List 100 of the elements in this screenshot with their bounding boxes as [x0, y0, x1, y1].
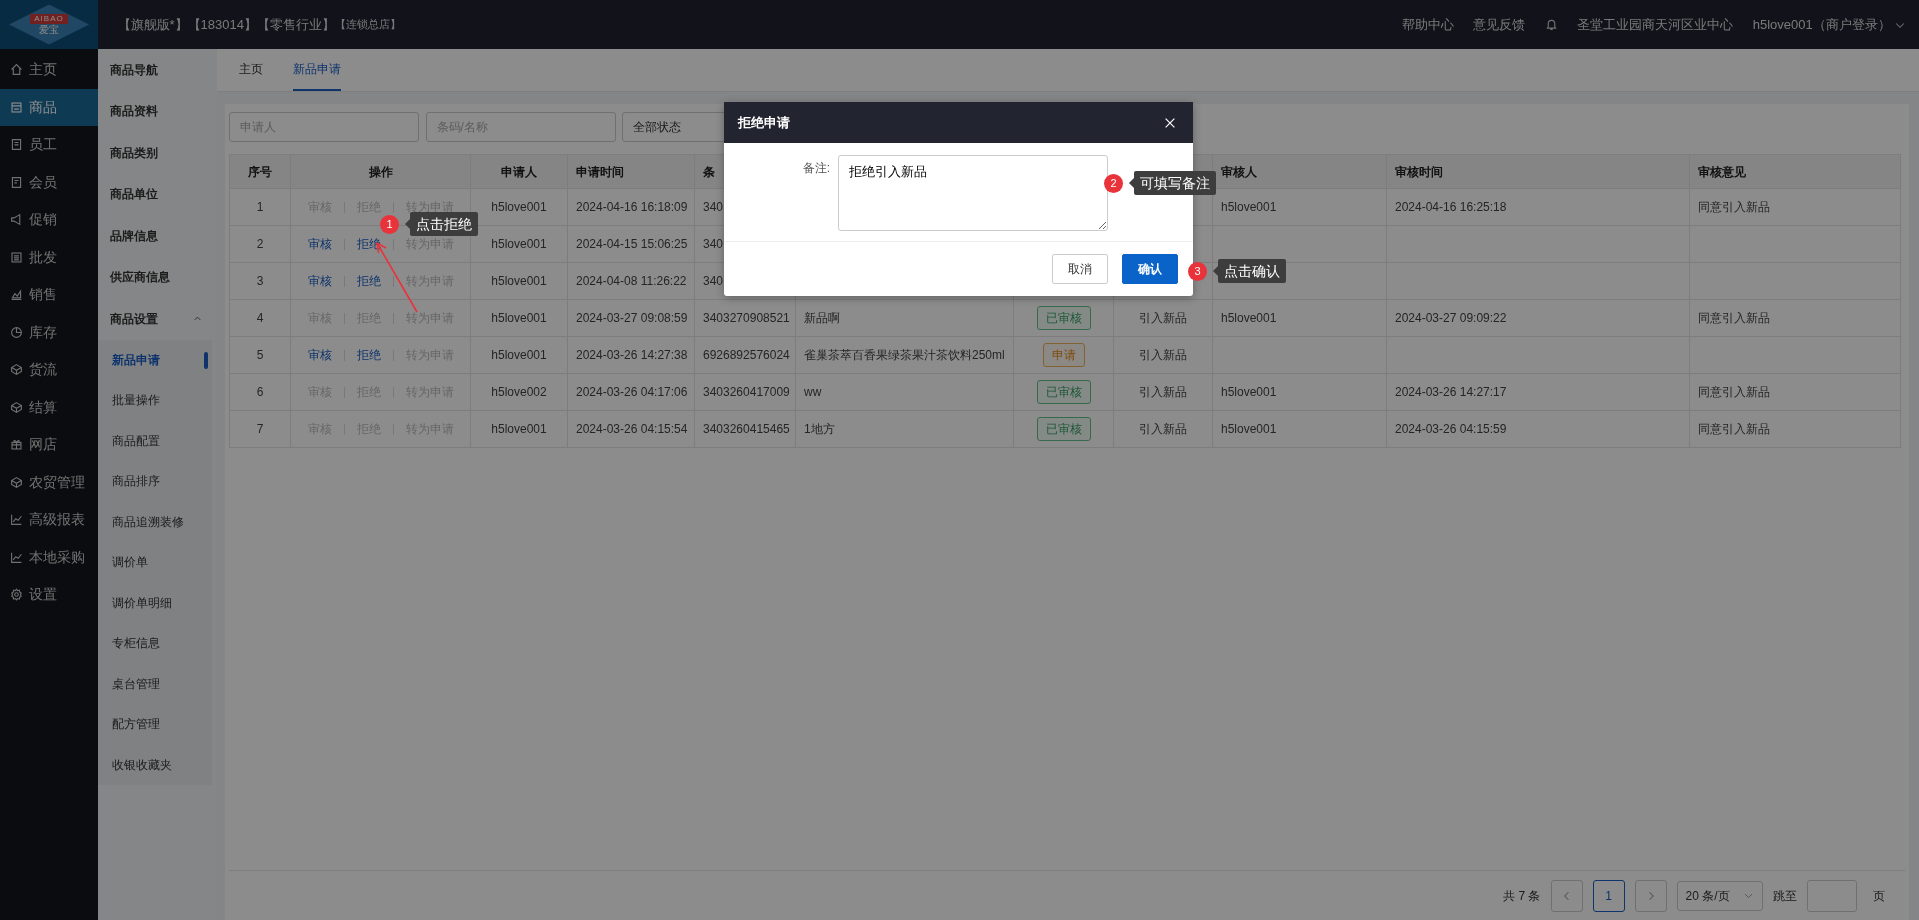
remark-field[interactable]: 拒绝引入新品 [838, 155, 1108, 231]
sidebar-item[interactable]: 农贸管理 [0, 463, 98, 501]
cancel-button[interactable]: 取消 [1052, 254, 1108, 284]
table-cell: 引入新品 [1113, 299, 1213, 337]
sidebar-item[interactable]: 结算 [0, 388, 98, 426]
tooltip: 可填写备注 [1129, 171, 1216, 195]
sidebar-item[interactable]: 本地采购 [0, 538, 98, 576]
tab[interactable]: 主页 [239, 49, 263, 91]
table-cell: 2024-03-26 14:27:17 [1386, 373, 1690, 411]
table-cell: 引入新品 [1113, 373, 1213, 411]
table-cell: 2 [229, 225, 291, 263]
submenu-item[interactable]: 商品导航 [98, 49, 217, 91]
submenu-item[interactable]: 新品申请 [98, 339, 212, 380]
table-cell: h5love001 [470, 262, 568, 300]
table-cell: 3 [229, 262, 291, 300]
sidebar-item[interactable]: 商品 [0, 88, 98, 126]
sidebar-item[interactable]: 销售 [0, 276, 98, 314]
table-cell: 2024-04-08 11:26:22 [567, 262, 695, 300]
sidebar-item[interactable]: 促销 [0, 201, 98, 239]
table-cell: 雀巢茶萃百香果绿茶果汁茶饮料250ml [795, 336, 1014, 374]
submenu-item[interactable]: 专柜信息 [98, 623, 212, 664]
tab[interactable]: 新品申请 [293, 49, 341, 91]
column-header: 申请时间 [567, 154, 695, 189]
store-name[interactable]: 圣堂工业园商天河区业中心 [1577, 14, 1734, 35]
logo-text: AIBAO [30, 14, 68, 24]
status-tag: 已审核 [1036, 417, 1091, 441]
jump-label: 跳至 [1772, 887, 1797, 905]
table-cell: 同意引入新品 [1689, 410, 1901, 448]
edition-tag: 【183014】 [187, 14, 257, 35]
submenu-item[interactable]: 调价单 [98, 542, 212, 583]
field-label: 备注: [801, 160, 831, 177]
edition-tag: 【零售行业】 [256, 14, 335, 35]
table-cell: h5love001 [1212, 410, 1387, 448]
table-cell: 2024-03-26 04:15:54 [567, 410, 695, 448]
table-cell: 3403260417009 [694, 373, 796, 411]
table-cell: 1地方 [795, 410, 1014, 448]
table-cell: h5love001 [470, 336, 568, 374]
submenu-item[interactable]: 商品类别 [98, 132, 217, 174]
table-cell: 3403270908521 [694, 299, 796, 337]
submenu-item[interactable]: 商品设置 [98, 298, 217, 340]
table-cell: 2024-03-27 09:08:59 [567, 299, 695, 337]
table-cell: 引入新品 [1113, 410, 1213, 448]
submenu-item[interactable]: 商品单位 [98, 173, 217, 215]
submenu-item[interactable]: 调价单明细 [98, 582, 212, 623]
header-link[interactable]: 意见反馈 [1473, 14, 1526, 35]
table-cell: 3403260415465 [694, 410, 796, 448]
sidebar-item[interactable]: 货流 [0, 351, 98, 389]
tooltip: 点击拒绝 [405, 212, 478, 236]
table-cell: 5 [229, 336, 291, 374]
table-cell: h5love001 [470, 299, 568, 337]
table-cell: h5love002 [470, 373, 568, 411]
action-link[interactable]: 拒绝 [356, 348, 381, 362]
column-header: 审核意见 [1689, 154, 1901, 189]
table-cell: 6 [229, 373, 291, 411]
submenu-item[interactable]: 供应商信息 [98, 256, 217, 298]
sidebar-item[interactable]: 批发 [0, 238, 98, 276]
table-cell: 2024-03-26 04:17:06 [567, 373, 695, 411]
submenu-item[interactable]: 品牌信息 [98, 215, 217, 257]
table-cell: 2024-03-26 14:27:38 [567, 336, 695, 374]
sidebar-item[interactable]: 员工 [0, 126, 98, 164]
dialog-title: 拒绝申请 [738, 113, 790, 132]
sidebar-item[interactable]: 高级报表 [0, 501, 98, 539]
table-cell: 2024-04-16 16:25:18 [1386, 188, 1690, 226]
sidebar-item[interactable]: 库存 [0, 313, 98, 351]
table-cell: h5love001 [1212, 299, 1387, 337]
status-tag: 已审核 [1036, 306, 1091, 330]
table-cell: 1 [229, 188, 291, 226]
submenu-item[interactable]: 商品资料 [98, 90, 217, 132]
submenu-item[interactable]: 配方管理 [98, 704, 212, 745]
total-count: 共 7 条 [1503, 887, 1541, 905]
submenu-item[interactable]: 批量操作 [98, 380, 212, 421]
submenu-item[interactable]: 商品追溯装修 [98, 501, 212, 542]
sidebar-item[interactable]: 主页 [0, 51, 98, 89]
page-label: 页 [1873, 887, 1885, 905]
edition-tag: 【连锁总店】 [334, 16, 401, 33]
sidebar-item[interactable]: 设置 [0, 576, 98, 614]
action-link[interactable]: 拒绝 [356, 274, 381, 288]
submenu-item[interactable]: 桌台管理 [98, 663, 212, 704]
table-cell: 2024-03-26 04:15:59 [1386, 410, 1690, 448]
table-cell: 同意引入新品 [1689, 188, 1901, 226]
table-cell: 4 [229, 299, 291, 337]
table-cell: 2024-03-27 09:09:22 [1386, 299, 1690, 337]
user-name[interactable]: h5love001（商户登录） [1752, 14, 1891, 35]
table-cell: 2024-04-15 15:06:25 [567, 225, 695, 263]
page-button[interactable]: 1 [1592, 879, 1625, 912]
table-cell: 同意引入新品 [1689, 299, 1901, 337]
page-size-dropdown[interactable]: 20 条/页 [1676, 880, 1763, 911]
sidebar-item[interactable]: 网店 [0, 426, 98, 464]
action-link[interactable]: 审核 [307, 237, 332, 251]
status-tag: 申请 [1042, 343, 1085, 367]
column-header: 审核人 [1212, 154, 1387, 189]
submenu-item[interactable]: 收银收藏夹 [98, 744, 212, 785]
confirm-button[interactable]: 确认 [1122, 254, 1178, 284]
submenu-item[interactable]: 商品排序 [98, 461, 212, 502]
action-link[interactable]: 审核 [307, 274, 332, 288]
sidebar-item[interactable]: 会员 [0, 163, 98, 201]
table-cell: 2024-04-16 16:18:09 [567, 188, 695, 226]
submenu-item[interactable]: 商品配置 [98, 420, 212, 461]
header-link[interactable]: 帮助中心 [1401, 14, 1454, 35]
action-link[interactable]: 审核 [307, 348, 332, 362]
